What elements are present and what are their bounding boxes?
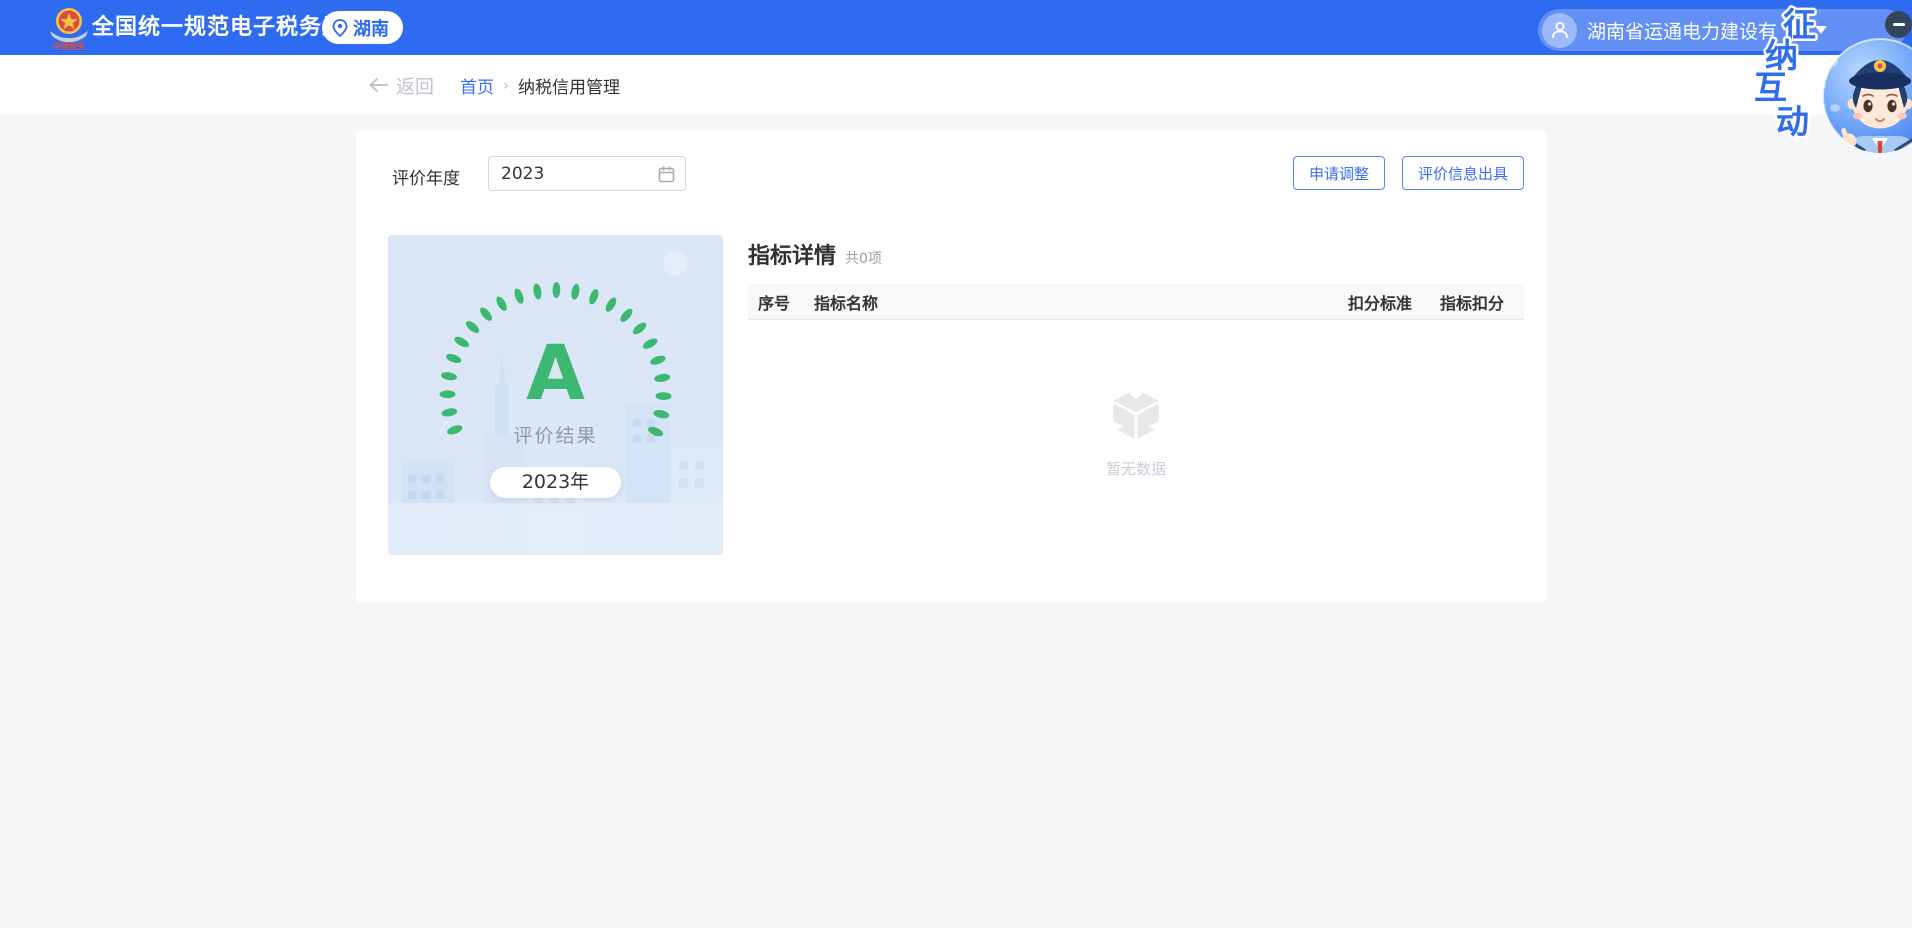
breadcrumb: 首页 › 纳税信用管理 [460, 73, 620, 98]
card-actions: 申请调整 评价信息出具 [1293, 156, 1524, 190]
indicator-details-section: 指标详情 共0项 序号 指标名称 扣分标准 指标扣分 暂 [748, 238, 1524, 479]
logo-caption: 中国税务 [53, 41, 86, 51]
breadcrumb-bar: 返回 首页 › 纳税信用管理 [0, 55, 1912, 115]
grade-caption: 评价结果 [388, 421, 723, 448]
empty-box-icon [1111, 388, 1161, 440]
app-header: 中国税务 全国统一规范电子税务局 湖南 湖南省运通电力建设有 [0, 0, 1912, 55]
apply-adjust-button[interactable]: 申请调整 [1293, 156, 1385, 190]
issue-info-button[interactable]: 评价信息出具 [1402, 156, 1524, 190]
col-deduction-standard: 扣分标准 [1282, 290, 1412, 314]
minimize-icon [1893, 23, 1905, 26]
credit-grade: A [388, 335, 723, 411]
section-title: 指标详情 [748, 238, 836, 270]
location-badge[interactable]: 湖南 [322, 11, 403, 44]
col-indicator-name: 指标名称 [814, 290, 1282, 314]
evaluation-year-picker[interactable] [488, 156, 686, 191]
back-button[interactable]: 返回 [368, 72, 434, 99]
item-count-badge: 共0项 [845, 248, 882, 268]
empty-text: 暂无数据 [1106, 458, 1166, 479]
minimize-widget-button[interactable] [1885, 11, 1912, 38]
app-title: 全国统一规范电子税务局 [92, 0, 345, 55]
location-pin-icon [332, 19, 348, 37]
col-serial: 序号 [748, 290, 814, 314]
calendar-icon[interactable] [658, 165, 675, 183]
year-input[interactable] [501, 164, 658, 184]
user-name: 湖南省运通电力建设有 [1587, 17, 1777, 44]
tax-bureau-logo: 中国税务 [46, 5, 92, 52]
breadcrumb-home-link[interactable]: 首页 [460, 73, 494, 98]
empty-state: 暂无数据 [748, 388, 1524, 479]
breadcrumb-current: 纳税信用管理 [518, 73, 620, 98]
evaluation-year-label: 评价年度 [392, 164, 460, 189]
breadcrumb-separator: › [503, 76, 509, 94]
rating-result-panel: A 评价结果 2023年 [388, 235, 723, 555]
arrow-left-icon [368, 77, 388, 93]
rating-year-pill: 2023年 [490, 467, 621, 498]
tax-credit-card: 评价年度 申请调整 评价信息出具 [356, 130, 1546, 603]
back-label: 返回 [396, 72, 434, 99]
table-header: 序号 指标名称 扣分标准 指标扣分 [748, 284, 1524, 320]
interaction-assistant-widget[interactable]: 征 纳 互 动 [1752, 0, 1912, 178]
avatar [1542, 13, 1577, 48]
person-icon [1550, 20, 1570, 40]
assistant-char-4: 动 [1776, 102, 1809, 141]
location-label: 湖南 [353, 15, 389, 41]
col-indicator-deduction: 指标扣分 [1412, 290, 1524, 314]
